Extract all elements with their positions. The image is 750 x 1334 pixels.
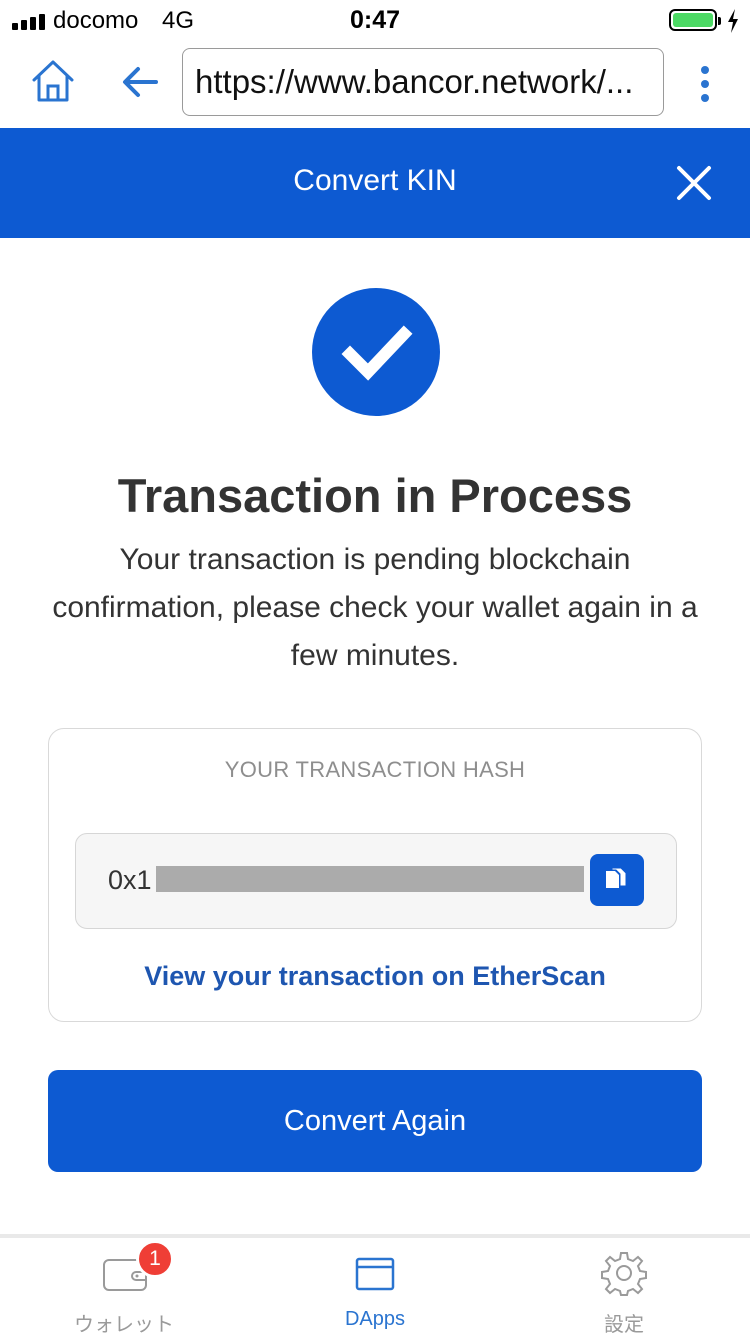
more-options-icon[interactable] [690,62,720,106]
tab-wallet-label: ウォレット [74,1314,174,1334]
hash-value: 0x1 [108,865,152,895]
charging-icon [728,9,738,33]
hash-label: YOUR TRANSACTION HASH [224,757,526,782]
tab-wallet[interactable]: 1 ウォレット [44,1238,204,1334]
tab-settings-label: 設定 [604,1314,644,1334]
copy-icon [606,867,627,888]
modal-header: Convert KIN [0,128,750,238]
copy-button[interactable] [590,854,644,906]
tab-settings[interactable]: 設定 [544,1238,704,1334]
redacted-hash [156,866,584,892]
back-arrow-icon[interactable] [118,60,162,104]
modal-title: Convert KIN [293,164,457,197]
gear-icon [601,1252,647,1296]
home-icon[interactable] [28,56,78,106]
transaction-hash-field[interactable]: 0x1 [75,833,677,929]
convert-again-button[interactable]: Convert Again [48,1070,702,1172]
status-description: Your transaction is pending blockchain c… [52,543,698,672]
transaction-hash-card: YOUR TRANSACTION HASH 0x1 View your tran… [48,728,702,1022]
status-time: 0:47 [349,6,401,34]
tab-dapps-label: DApps [344,1308,406,1330]
browser-toolbar: https://www.bancor.network/... [0,40,750,128]
close-icon[interactable] [670,159,718,207]
bottom-tab-bar: 1 ウォレット DApps 設定 [0,1238,750,1334]
etherscan-link[interactable]: View your transaction on EtherScan [49,961,701,992]
url-field[interactable]: https://www.bancor.network/... [182,48,664,116]
battery-icon [669,9,721,31]
status-bar: docomo 4G 0:47 [0,0,750,40]
dapps-icon [355,1257,395,1291]
tab-dapps[interactable]: DApps [295,1238,455,1334]
checkmark-icon [312,288,440,416]
url-text: https://www.bancor.network/... [195,63,634,100]
notification-badge: 1 [136,1240,174,1278]
page-title: Transaction in Process [117,469,633,522]
